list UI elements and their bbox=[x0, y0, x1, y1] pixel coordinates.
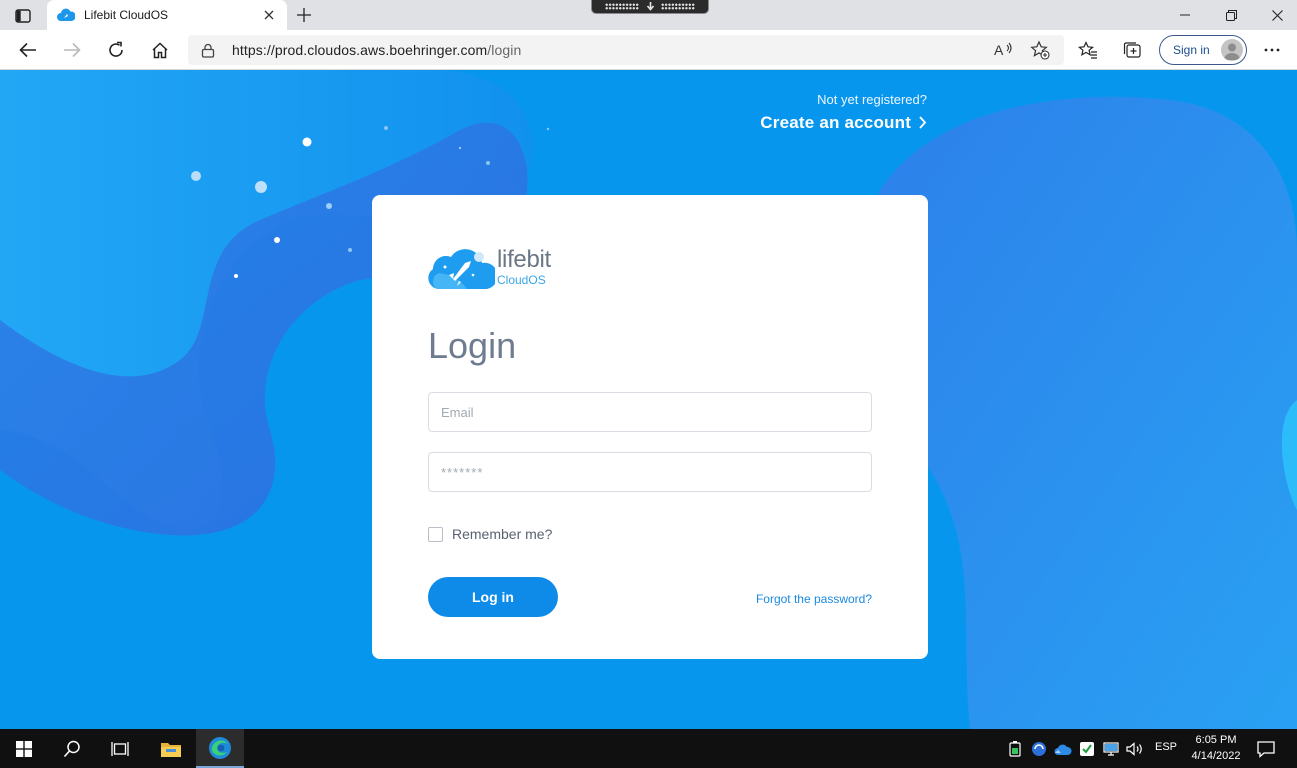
taskbar-clock[interactable]: 6:05 PM 4/14/2022 bbox=[1188, 732, 1244, 764]
remember-me-checkbox[interactable] bbox=[428, 526, 443, 542]
windows-taskbar: ESP 6:05 PM 4/14/2022 bbox=[0, 729, 1297, 768]
plus-icon bbox=[297, 8, 311, 22]
arrow-left-icon bbox=[19, 42, 36, 58]
task-view-button[interactable] bbox=[96, 729, 144, 768]
browser-toolbar: https://prod.cloudos.aws.boehringer.com/… bbox=[0, 30, 1297, 70]
favorites-button[interactable] bbox=[1072, 34, 1104, 66]
browser-titlebar: Lifebit CloudOS bbox=[0, 0, 1297, 30]
logo-product-text: CloudOS bbox=[497, 273, 546, 287]
minimize-button[interactable] bbox=[1162, 0, 1208, 30]
home-icon bbox=[152, 41, 168, 58]
close-icon bbox=[1271, 9, 1283, 21]
arrow-right-icon bbox=[64, 42, 81, 58]
minimize-icon bbox=[1180, 14, 1190, 16]
chevron-right-icon bbox=[919, 116, 927, 129]
security-app-icon[interactable] bbox=[1078, 740, 1096, 758]
register-prompt: Not yet registered? Create an account bbox=[760, 91, 927, 133]
volume-icon[interactable] bbox=[1126, 740, 1144, 758]
grip-dots-icon bbox=[661, 3, 695, 10]
sync-app-icon[interactable] bbox=[1030, 740, 1048, 758]
address-bar[interactable]: https://prod.cloudos.aws.boehringer.com/… bbox=[188, 35, 1064, 65]
browser-tab-active[interactable]: Lifebit CloudOS bbox=[47, 0, 287, 30]
start-button[interactable] bbox=[0, 729, 48, 768]
more-horizontal-icon bbox=[1264, 48, 1280, 52]
close-icon bbox=[264, 10, 274, 20]
cloud-rocket-logo-icon bbox=[428, 249, 495, 289]
search-icon bbox=[63, 740, 80, 757]
forward-button[interactable] bbox=[56, 34, 88, 66]
tab-title: Lifebit CloudOS bbox=[84, 8, 169, 22]
svg-text:A: A bbox=[994, 42, 1004, 58]
battery-icon[interactable] bbox=[1006, 740, 1024, 758]
logo-brand-text: lifebit bbox=[497, 246, 551, 273]
restore-button[interactable] bbox=[1208, 0, 1254, 30]
password-input[interactable] bbox=[428, 452, 872, 492]
notification-icon bbox=[1257, 741, 1275, 758]
settings-more-button[interactable] bbox=[1256, 34, 1288, 66]
network-icon[interactable] bbox=[1102, 740, 1120, 758]
avatar-icon bbox=[1221, 39, 1243, 61]
read-aloud-icon[interactable]: A bbox=[994, 41, 1014, 59]
window-close-button[interactable] bbox=[1254, 0, 1297, 30]
clock-time: 6:05 PM bbox=[1195, 734, 1237, 746]
home-button[interactable] bbox=[144, 34, 176, 66]
arrow-down-icon bbox=[644, 2, 656, 12]
file-explorer-button[interactable] bbox=[147, 729, 195, 768]
taskbar-search-button[interactable] bbox=[48, 729, 96, 768]
remember-me-label: Remember me? bbox=[452, 526, 553, 542]
task-view-icon bbox=[111, 741, 129, 756]
edge-taskbar-button[interactable] bbox=[196, 729, 244, 768]
url-text[interactable]: https://prod.cloudos.aws.boehringer.com/… bbox=[232, 42, 521, 58]
grip-dots-icon bbox=[605, 3, 639, 10]
edge-icon bbox=[209, 736, 231, 759]
onedrive-icon[interactable] bbox=[1054, 740, 1072, 758]
collections-button[interactable] bbox=[1116, 34, 1148, 66]
cloud-favicon-icon bbox=[57, 8, 75, 21]
new-tab-button[interactable] bbox=[290, 3, 318, 27]
collections-icon bbox=[1123, 42, 1141, 58]
email-input[interactable] bbox=[428, 392, 872, 432]
windows-logo-icon bbox=[16, 740, 32, 757]
remote-session-toolbar[interactable] bbox=[591, 0, 709, 14]
create-account-link[interactable]: Create an account bbox=[760, 113, 927, 133]
lock-icon[interactable] bbox=[201, 43, 215, 58]
remember-me[interactable]: Remember me? bbox=[428, 526, 552, 542]
refresh-icon bbox=[109, 41, 123, 57]
login-button[interactable]: Log in bbox=[428, 577, 558, 617]
not-registered-text: Not yet registered? bbox=[817, 92, 927, 107]
sign-in-button[interactable]: Sign in bbox=[1159, 35, 1247, 65]
url-host: https://prod.cloudos.aws.boehringer.com bbox=[232, 42, 488, 58]
notifications-button[interactable] bbox=[1256, 739, 1276, 759]
refresh-button[interactable] bbox=[100, 34, 132, 66]
favorites-list-icon bbox=[1078, 41, 1097, 59]
sign-in-label: Sign in bbox=[1173, 43, 1210, 57]
input-language-indicator[interactable]: ESP bbox=[1155, 741, 1177, 753]
add-favorite-icon[interactable] bbox=[1030, 40, 1050, 60]
forgot-password-link[interactable]: Forgot the password? bbox=[756, 592, 872, 606]
tab-actions-button[interactable] bbox=[8, 5, 38, 27]
clock-date: 4/14/2022 bbox=[1191, 750, 1241, 762]
restore-icon bbox=[1225, 9, 1237, 21]
page-title: Login bbox=[428, 325, 517, 366]
tab-actions-icon bbox=[15, 9, 31, 23]
login-page: Not yet registered? Create an account li… bbox=[0, 70, 1297, 729]
folder-icon bbox=[161, 742, 181, 757]
login-card: lifebit CloudOS Login Remember me? Log i… bbox=[372, 195, 928, 659]
tab-close-button[interactable] bbox=[261, 7, 277, 23]
lifebit-logo: lifebit CloudOS bbox=[427, 245, 557, 291]
url-path: /login bbox=[487, 42, 522, 58]
back-button[interactable] bbox=[12, 34, 44, 66]
create-account-label: Create an account bbox=[760, 113, 912, 132]
